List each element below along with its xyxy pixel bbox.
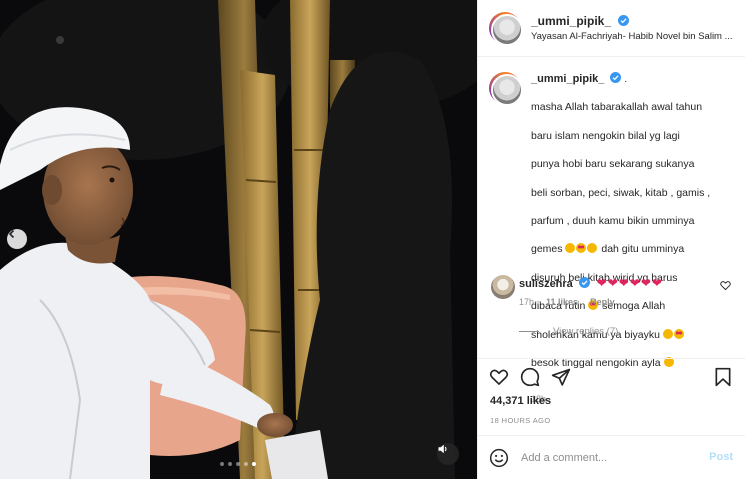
chevron-left-icon (8, 229, 15, 239)
comment-meta: 17h 11 likes Reply (519, 297, 739, 307)
caption-line: punya hobi baru sekarang sukanya (531, 158, 695, 171)
verified-icon (618, 14, 630, 26)
photo-scene (0, 0, 477, 479)
comment-likes[interactable]: 11 likes (546, 297, 578, 307)
caption: _ummi_pipik_ . masha Allah tabarakallah … (489, 72, 739, 407)
view-replies-button[interactable]: View replies (7) (519, 326, 739, 337)
verified-icon (610, 72, 622, 83)
post-actions: 44,371 likes 18 HOURS AGO Post (477, 358, 745, 479)
previous-slide-button[interactable] (7, 229, 27, 249)
carousel-dot (220, 462, 224, 466)
comment-username[interactable]: suliszehra (519, 278, 573, 290)
caption-line: parfum , duuh kamu bikin umminya (531, 215, 695, 228)
kiss-emoji-icon (587, 243, 598, 254)
avatar[interactable] (489, 72, 523, 106)
comment-text: ❤❤❤❤❤❤ (596, 276, 663, 290)
heart-eyes-emoji-icon (576, 243, 587, 254)
caption-line: gemes dah gitu umminya (531, 242, 710, 256)
caption-dot: . (624, 73, 628, 85)
divider (519, 331, 539, 332)
carousel-dot (236, 462, 240, 466)
verified-icon (578, 277, 590, 288)
carousel-dot (228, 462, 232, 466)
bookmark-icon[interactable] (713, 367, 733, 387)
caption-line: masha Allah tabarakallah awal tahun (531, 101, 703, 114)
like-count[interactable]: 44,371 likes (490, 395, 551, 407)
volume-icon (438, 444, 447, 454)
share-icon[interactable] (551, 367, 571, 387)
comment-icon[interactable] (520, 367, 540, 387)
comment-like-heart-icon[interactable] (720, 280, 731, 291)
view-replies-label: View replies (7) (553, 326, 619, 337)
comment-timestamp[interactable]: 17h (519, 297, 534, 307)
grin-emoji-icon (565, 243, 576, 254)
carousel-dot (244, 462, 248, 466)
comment: suliszehra ❤❤❤❤❤❤ 17h 11 likes Reply Vie… (489, 272, 739, 337)
caption-fragment: dah gitu umminya (598, 243, 685, 256)
reply-button[interactable]: Reply (590, 297, 615, 307)
avatar[interactable] (491, 275, 515, 299)
location-link[interactable]: Yayasan Al-Fachriyah- Habib Novel bin Sa… (531, 29, 745, 44)
post-header: _ummi_pipik_ Yayasan Al-Fachriyah- Habib… (478, 0, 745, 57)
audio-toggle-button[interactable] (437, 443, 459, 465)
author-username[interactable]: _ummi_pipik_ (531, 14, 611, 28)
post-media[interactable] (0, 0, 477, 479)
caption-line: beli sorban, peci, siwak, kitab , gamis … (531, 186, 711, 199)
caption-line: baru islam nengokin bilal yg lagi (531, 129, 680, 142)
comment-composer: Post (477, 435, 745, 479)
heart-icon[interactable] (489, 367, 509, 387)
caption-username[interactable]: _ummi_pipik_ (531, 73, 604, 85)
carousel-dot-active (252, 462, 256, 466)
smile-icon[interactable] (489, 448, 509, 468)
comment-input[interactable] (521, 452, 701, 464)
caption-fragment: gemes (531, 243, 566, 256)
caption-text: masha Allah tabarakallah awal tahun baru… (531, 86, 710, 384)
carousel-indicator (220, 462, 256, 466)
avatar[interactable] (489, 12, 523, 46)
post-timestamp[interactable]: 18 HOURS AGO (490, 416, 551, 425)
post-comment-button[interactable]: Post (709, 451, 733, 463)
